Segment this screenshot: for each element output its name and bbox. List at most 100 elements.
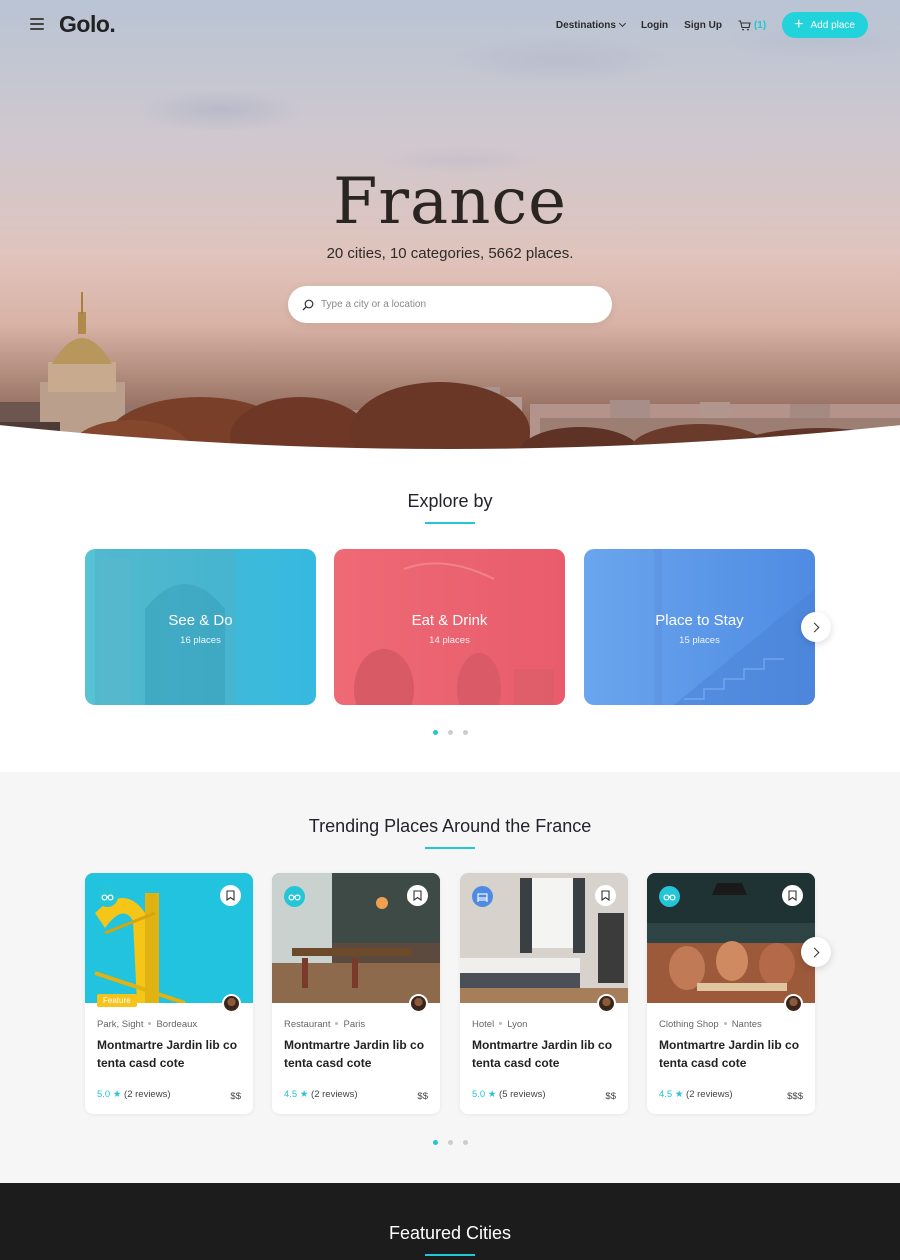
pagination-dot[interactable] [462, 1140, 468, 1145]
trending-next-button[interactable] [801, 937, 831, 967]
hamburger-menu-icon[interactable] [30, 18, 44, 30]
pagination-dot[interactable] [447, 730, 453, 735]
rating-score: 5.0 [472, 1089, 486, 1100]
place-price: $$$ [787, 1091, 803, 1102]
dot-separator [723, 1022, 727, 1025]
add-place-label: Add place [810, 19, 855, 31]
review-count: (5 reviews) [499, 1089, 546, 1100]
bookmark-icon [788, 890, 797, 901]
review-count: (2 reviews) [686, 1089, 733, 1100]
explore-title-underline [425, 522, 475, 524]
place-meta: Hotel Lyon [472, 1019, 527, 1030]
hero-curve [0, 425, 900, 462]
nav-destinations[interactable]: Destinations [555, 19, 626, 31]
place-meta: Park, Sight Bordeaux [97, 1019, 197, 1030]
dot-separator [499, 1022, 503, 1025]
bed-icon [472, 886, 493, 907]
explore-card-count: 14 places [429, 635, 470, 646]
explore-card-place-to-stay[interactable]: Place to Stay 15 places [584, 549, 815, 705]
place-rating: 5.0 ★ (2 reviews) [97, 1089, 170, 1100]
star-icon: ★ [674, 1089, 684, 1100]
place-card[interactable]: Feature Park, Sight Bordeaux Montmartre J… [85, 873, 253, 1114]
chevron-down-icon [618, 19, 626, 27]
trending-title: Trending Places Around the France [308, 816, 592, 836]
chevron-right-icon [809, 947, 820, 957]
featured-cities-section: Featured Cities [0, 1183, 900, 1260]
rating-score: 4.5 [284, 1089, 298, 1100]
chevron-right-icon [809, 622, 820, 632]
hero-subtitle: 20 cities, 10 categories, 5662 places. [326, 245, 574, 262]
owner-avatar[interactable] [222, 994, 241, 1013]
featured-title: Featured Cities [388, 1223, 512, 1243]
pagination-dot[interactable] [462, 730, 468, 735]
plus-icon: + [794, 16, 804, 33]
place-city: Paris [343, 1019, 366, 1030]
bookmark-button[interactable] [782, 885, 803, 906]
review-count: (2 reviews) [311, 1089, 358, 1100]
binoculars-icon [97, 886, 118, 907]
search-input[interactable] [321, 299, 581, 310]
top-navigation: Golo. Destinations Login Sign Up (1) + Ad… [0, 0, 900, 52]
place-name[interactable]: Montmartre Jardin lib co tenta casd cote [284, 1036, 429, 1072]
place-name[interactable]: Montmartre Jardin lib co tenta casd cote [97, 1036, 242, 1072]
place-city: Bordeaux [156, 1019, 198, 1030]
place-name[interactable]: Montmartre Jardin lib co tenta casd cote [659, 1036, 804, 1072]
place-name[interactable]: Montmartre Jardin lib co tenta casd cote [472, 1036, 617, 1072]
bookmark-button[interactable] [595, 885, 616, 906]
explore-card-eat-drink[interactable]: Eat & Drink 14 places [334, 549, 565, 705]
place-meta: Clothing Shop Nantes [659, 1019, 762, 1030]
explore-title: Explore by [407, 491, 493, 511]
pagination-dot[interactable] [432, 1140, 438, 1145]
place-city: Lyon [507, 1019, 528, 1030]
owner-avatar[interactable] [597, 994, 616, 1013]
bookmark-icon [226, 890, 235, 901]
explore-card-name: Place to Stay [655, 612, 744, 629]
place-category: Clothing Shop [659, 1019, 719, 1030]
explore-card-see-do[interactable]: See & Do 16 places [85, 549, 316, 705]
trending-pagination [0, 1140, 900, 1145]
owner-avatar[interactable] [784, 994, 803, 1013]
place-price: $$ [605, 1091, 616, 1102]
explore-card-count: 15 places [679, 635, 720, 646]
place-city: Nantes [731, 1019, 762, 1030]
star-icon: ★ [299, 1089, 309, 1100]
explore-card-name: See & Do [168, 612, 233, 629]
search-icon [302, 299, 314, 310]
pagination-dot[interactable] [432, 730, 438, 735]
star-icon: ★ [112, 1089, 122, 1100]
place-card[interactable]: Hotel Lyon Montmartre Jardin lib co tenta… [460, 873, 628, 1114]
place-category: Park, Sight [97, 1019, 144, 1030]
explore-card-name: Eat & Drink [411, 612, 488, 629]
cart-count: (1) [753, 19, 767, 31]
site-logo[interactable]: Golo. [59, 11, 116, 38]
bookmark-button[interactable] [407, 885, 428, 906]
dot-separator [148, 1022, 152, 1025]
bookmark-button[interactable] [220, 885, 241, 906]
owner-avatar[interactable] [409, 994, 428, 1013]
search-bar[interactable] [288, 286, 612, 323]
place-rating: 4.5 ★ (2 reviews) [284, 1089, 357, 1100]
place-rating: 4.5 ★ (2 reviews) [659, 1089, 732, 1100]
place-category: Hotel [472, 1019, 495, 1030]
cart-icon [738, 19, 751, 30]
dot-separator [335, 1022, 339, 1025]
featured-title-underline [425, 1254, 475, 1256]
place-meta: Restaurant Paris [284, 1019, 365, 1030]
place-card[interactable]: Restaurant Paris Montmartre Jardin lib co… [272, 873, 440, 1114]
bookmark-icon [601, 890, 610, 901]
nav-destinations-label: Destinations [555, 19, 616, 31]
explore-next-button[interactable] [801, 612, 831, 642]
trending-title-underline [425, 847, 475, 849]
hero-banner: Golo. Destinations Login Sign Up (1) + Ad… [0, 0, 900, 462]
pagination-dot[interactable] [447, 1140, 453, 1145]
hero-title: France [332, 165, 568, 239]
place-rating: 5.0 ★ (5 reviews) [472, 1089, 545, 1100]
place-category: Restaurant [284, 1019, 331, 1030]
explore-card-count: 16 places [180, 635, 221, 646]
nav-signup[interactable]: Sign Up [684, 20, 722, 31]
add-place-button[interactable]: + Add place [782, 12, 868, 38]
rating-score: 5.0 [97, 1089, 111, 1100]
place-card[interactable]: Clothing Shop Nantes Montmartre Jardin li… [647, 873, 815, 1114]
nav-login[interactable]: Login [641, 20, 668, 31]
cart-button[interactable]: (1) [738, 20, 766, 31]
